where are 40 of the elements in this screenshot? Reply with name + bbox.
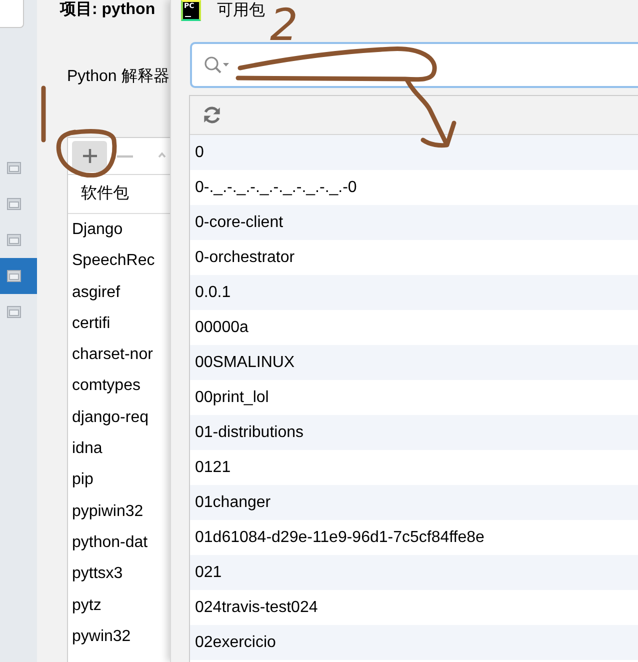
interpreter-label: Python 解释器 <box>67 67 170 87</box>
package-name[interactable]: SpeechRec <box>72 245 155 277</box>
window-icon <box>7 198 21 210</box>
dialog-title: 可用包 <box>217 1 265 21</box>
package-name[interactable]: django-req <box>72 402 148 434</box>
package-row[interactable]: 02exercicio <box>190 625 638 660</box>
minus-icon <box>117 154 133 158</box>
window-icon <box>7 234 21 246</box>
sidebar-item[interactable] <box>0 258 37 294</box>
package-row[interactable]: 0.0.1 <box>190 275 638 310</box>
window-icon <box>7 306 21 318</box>
window-icon <box>7 270 21 282</box>
package-row[interactable]: 00SMALINUX <box>190 345 638 380</box>
annotation-line <box>40 85 47 144</box>
package-name[interactable]: comtypes <box>72 370 140 402</box>
package-name[interactable]: pypiwin32 <box>72 496 144 527</box>
refresh-icon[interactable] <box>202 105 222 125</box>
package-row[interactable]: 0 <box>190 135 638 170</box>
annotation-number: 2 <box>270 6 298 46</box>
package-name[interactable]: pywin32 <box>72 620 131 652</box>
package-name[interactable]: pyttsx3 <box>72 558 123 590</box>
package-row[interactable]: 01-distributions <box>190 415 638 450</box>
window-icon <box>7 162 21 174</box>
search-icon[interactable] <box>204 56 229 74</box>
package-name[interactable]: idna <box>72 433 102 464</box>
package-name[interactable]: Django <box>72 214 123 246</box>
package-name[interactable]: certifi <box>72 308 110 340</box>
package-row[interactable]: 01changer <box>190 485 638 520</box>
package-name[interactable]: asgiref <box>72 276 120 308</box>
search-field[interactable] <box>190 42 638 88</box>
plus-icon <box>82 148 98 164</box>
package-name[interactable]: pip <box>72 464 94 496</box>
add-button[interactable] <box>72 140 107 172</box>
package-row[interactable]: 021 <box>190 555 638 590</box>
package-name[interactable]: python-dat <box>72 526 148 558</box>
package-row[interactable]: 0-core-client <box>190 205 638 240</box>
input-field[interactable] <box>0 0 24 28</box>
package-name[interactable]: charset-nor <box>72 339 153 370</box>
package-name[interactable]: pytz <box>72 590 102 621</box>
project-title: 项目: python <box>60 0 156 20</box>
